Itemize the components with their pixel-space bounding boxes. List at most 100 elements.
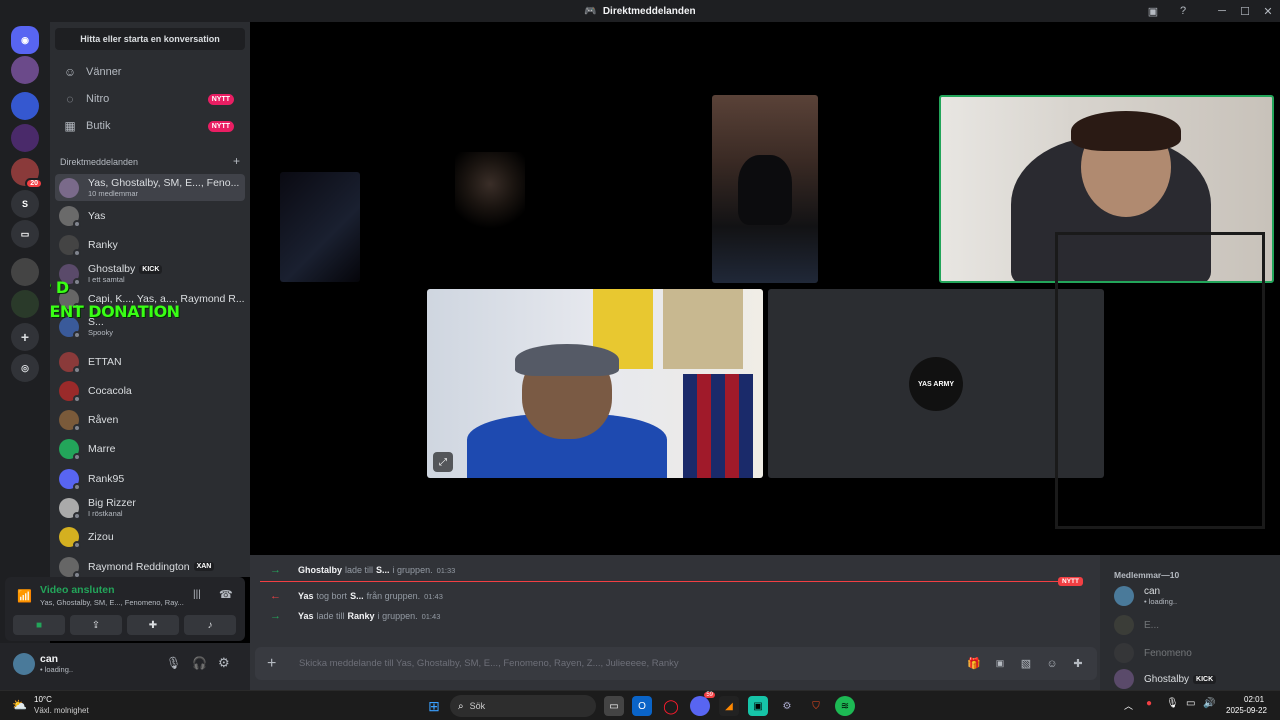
member-name: E... bbox=[1144, 619, 1160, 631]
arrow-left-icon: ← bbox=[270, 590, 281, 602]
dm-item[interactable]: Marre bbox=[55, 435, 245, 462]
maximize-button[interactable]: ☐ bbox=[1234, 0, 1256, 22]
nav-friends[interactable]: ☺ Vänner bbox=[56, 60, 244, 84]
dm-item[interactable]: ETTAN bbox=[55, 348, 245, 375]
dm-name: Zizou bbox=[88, 530, 114, 543]
dm-item[interactable]: Zizou bbox=[55, 523, 245, 550]
pin-icon[interactable]: ⤢ bbox=[433, 452, 453, 472]
server-icon[interactable] bbox=[11, 290, 39, 318]
noise-suppression-icon[interactable]: ||| bbox=[193, 589, 201, 600]
activity-button[interactable]: ✚ bbox=[127, 615, 179, 635]
clan-tag: KICK bbox=[1193, 674, 1217, 684]
message-actor[interactable]: Yas bbox=[298, 591, 314, 601]
video-tile[interactable]: ⤢ bbox=[427, 289, 763, 478]
opera-icon[interactable]: ◯ bbox=[661, 696, 681, 716]
avatar[interactable] bbox=[13, 653, 35, 675]
home-button[interactable]: ◉ bbox=[11, 26, 39, 54]
app-icon[interactable]: ◢ bbox=[719, 696, 739, 716]
disconnect-icon[interactable]: ☎ bbox=[219, 588, 233, 601]
dm-item[interactable]: Ghostalby KICK I ett samtal bbox=[55, 260, 245, 287]
inbox-icon[interactable]: ▣ bbox=[1142, 0, 1164, 22]
spotify-icon[interactable]: ≋ bbox=[835, 696, 855, 716]
minimize-button[interactable]: ─ bbox=[1211, 0, 1233, 22]
server-icon[interactable] bbox=[11, 124, 39, 152]
create-dm-button[interactable]: + bbox=[233, 155, 240, 167]
server-icon[interactable] bbox=[11, 92, 39, 120]
username[interactable]: can bbox=[40, 653, 58, 665]
brave-icon[interactable]: ⛉ bbox=[806, 696, 826, 716]
message-target[interactable]: S... bbox=[350, 591, 364, 601]
microphone-icon[interactable]: 🎙 bbox=[166, 656, 181, 670]
nav-shop[interactable]: ▦ Butik NYTT bbox=[56, 114, 244, 138]
server-icon[interactable] bbox=[11, 56, 39, 84]
dm-name: Råven bbox=[88, 413, 119, 426]
dm-item[interactable]: Cocacola bbox=[55, 377, 245, 404]
dm-item[interactable]: Råven bbox=[55, 406, 245, 433]
weather-icon[interactable]: ⛅ bbox=[12, 698, 27, 712]
search-icon: ⌕ bbox=[458, 700, 464, 712]
volume-icon[interactable]: 🔊 bbox=[1203, 698, 1215, 709]
message-target[interactable]: Ranky bbox=[348, 611, 375, 621]
message-target[interactable]: S... bbox=[376, 565, 390, 575]
dm-item[interactable]: Raymond Reddington XAN bbox=[55, 553, 245, 577]
member-text: Fenomeno bbox=[1144, 648, 1192, 659]
gif-icon[interactable]: ▣ bbox=[987, 658, 1013, 669]
network-icon[interactable]: ▭ bbox=[1186, 698, 1195, 709]
discord-taskbar-icon[interactable]: 59 bbox=[690, 692, 715, 716]
video-tile[interactable] bbox=[455, 152, 525, 232]
windows-start-icon[interactable]: ⊞ bbox=[424, 696, 444, 716]
dm-item[interactable]: Ranky bbox=[55, 231, 245, 258]
dm-item[interactable]: Big Rizzer I röstkanal bbox=[55, 494, 245, 521]
chevron-up-icon[interactable]: ︿ bbox=[1124, 699, 1133, 712]
screenshare-button[interactable]: ⇪ bbox=[70, 615, 122, 635]
gift-icon[interactable]: 🎁 bbox=[961, 657, 987, 670]
dm-item[interactable]: Yas bbox=[55, 202, 245, 229]
member-item[interactable]: can • loading.. bbox=[1114, 586, 1274, 606]
app-icon[interactable]: ▣ bbox=[748, 696, 768, 716]
member-list: Medlemmar—10 can • loading.. E... Fenomeno G… bbox=[1100, 555, 1280, 690]
task-view-icon[interactable]: ▭ bbox=[604, 696, 624, 716]
voice-status[interactable]: Video ansluten bbox=[40, 584, 115, 596]
chat-icon: ▭ bbox=[20, 228, 30, 239]
discover-icon[interactable]: ◎ bbox=[11, 354, 39, 382]
headphones-icon[interactable]: 🎧 bbox=[192, 656, 207, 670]
find-conversation-button[interactable]: Hitta eller starta en konversation bbox=[55, 28, 245, 50]
clock-date[interactable]: 2025-09-22 bbox=[1226, 706, 1267, 715]
video-tile[interactable] bbox=[712, 95, 818, 283]
message-input[interactable]: Skicka meddelande till Yas, Ghostalby, S… bbox=[299, 658, 961, 669]
dm-item[interactable]: Yas, Ghostalby, SM, E..., Feno... 10 medl… bbox=[55, 174, 245, 201]
help-icon[interactable]: ? bbox=[1172, 0, 1194, 22]
apps-icon[interactable]: ✚ bbox=[1065, 657, 1091, 670]
attach-plus-icon[interactable]: + bbox=[267, 655, 287, 673]
message-actor[interactable]: Ghostalby bbox=[298, 565, 342, 575]
mic-tray-icon[interactable]: 🎙 bbox=[1166, 698, 1179, 709]
server-icon[interactable] bbox=[11, 258, 39, 286]
emoji-icon[interactable]: ☺ bbox=[1039, 658, 1065, 670]
clock-time[interactable]: 02:01 bbox=[1244, 695, 1264, 704]
member-item[interactable]: Ghostalby KICK bbox=[1114, 669, 1274, 689]
tray-app-icon[interactable]: ● bbox=[1146, 698, 1152, 709]
soundboard-button[interactable]: ♪ bbox=[184, 615, 236, 635]
outlook-icon[interactable]: O bbox=[632, 696, 652, 716]
dm-item[interactable]: Rank95 bbox=[55, 465, 245, 492]
gamepad-icon: ✚ bbox=[148, 619, 158, 631]
nav-nitro[interactable]: ◌ Nitro NYTT bbox=[56, 87, 244, 111]
server-icon[interactable]: 20 bbox=[11, 158, 43, 189]
sticker-icon[interactable]: ▧ bbox=[1013, 657, 1039, 670]
camera-button[interactable]: ■ bbox=[13, 615, 65, 635]
member-item[interactable]: Fenomeno bbox=[1114, 643, 1274, 663]
status-indicator bbox=[73, 219, 81, 228]
avatar bbox=[59, 351, 81, 374]
server-icon[interactable]: ▭ bbox=[11, 220, 39, 248]
member-item[interactable]: E... bbox=[1114, 615, 1274, 635]
weather-temp[interactable]: 10°C bbox=[34, 695, 52, 704]
close-button[interactable]: ✕ bbox=[1257, 0, 1279, 22]
video-tile-avatar[interactable]: YAS ARMY bbox=[768, 289, 1104, 478]
steam-icon[interactable]: ⚙ bbox=[777, 696, 797, 716]
server-icon[interactable]: S bbox=[11, 190, 39, 218]
add-server-button[interactable]: + bbox=[11, 323, 39, 351]
message-actor[interactable]: Yas bbox=[298, 611, 314, 621]
taskbar-search[interactable]: ⌕ Sök bbox=[450, 695, 596, 717]
settings-gear-icon[interactable]: ⚙ bbox=[218, 655, 230, 671]
video-tile[interactable] bbox=[280, 172, 360, 282]
